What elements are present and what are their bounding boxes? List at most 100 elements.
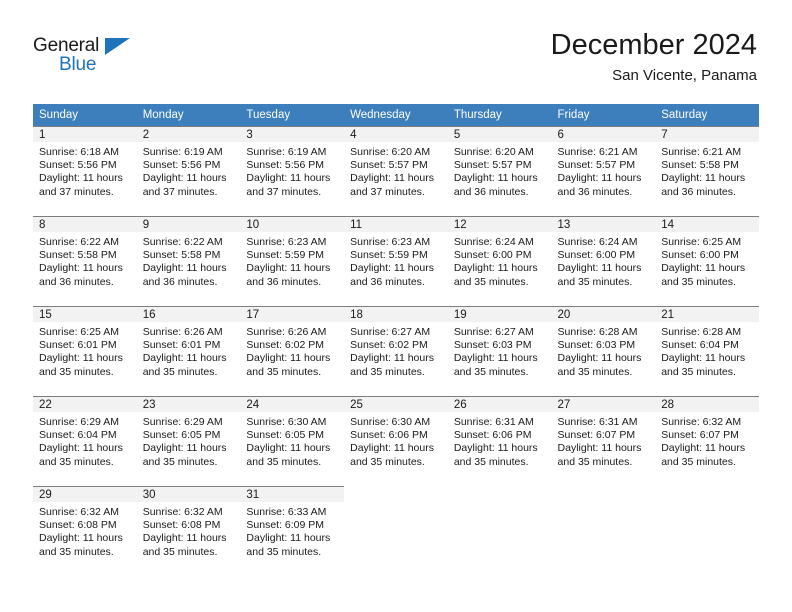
sunset-text: Sunset: 6:01 PM [142, 339, 221, 352]
calendar-day-cell[interactable]: 17 Sunrise: 6:26 AM Sunset: 6:02 PM Dayligh… [240, 306, 345, 396]
sunrise-text: Sunrise: 6:31 AM [453, 416, 534, 428]
sunrise-text: Sunrise: 6:27 AM [350, 326, 431, 338]
day-cell-details [448, 502, 552, 506]
daylight-text: Daylight: 11 hours and 36 minutes. [661, 172, 746, 198]
day-cell-details: Sunrise: 6:31 AM Sunset: 6:06 PM Daylight:… [448, 412, 552, 469]
day-cell-details: Sunrise: 6:25 AM Sunset: 6:00 PM Daylight:… [655, 232, 759, 289]
day-cell-inner [344, 486, 448, 576]
day-cell-details: Sunrise: 6:23 AM Sunset: 5:59 PM Daylight:… [240, 232, 344, 289]
day-number: 8 [33, 216, 137, 232]
daylight-text: Daylight: 11 hours and 35 minutes. [39, 532, 123, 558]
calendar-day-cell[interactable]: 28 Sunrise: 6:32 AM Sunset: 6:07 PM Dayligh… [655, 396, 759, 486]
daylight-text: Daylight: 11 hours and 35 minutes. [246, 532, 331, 558]
sunrise-text: Sunrise: 6:22 AM [39, 236, 119, 248]
calendar-empty-cell [344, 486, 448, 576]
day-cell-details: Sunrise: 6:26 AM Sunset: 6:02 PM Daylight:… [240, 322, 344, 379]
calendar-empty-cell [655, 486, 759, 576]
calendar-day-cell[interactable]: 31 Sunrise: 6:33 AM Sunset: 6:09 PM Dayligh… [240, 486, 345, 576]
sunset-text: Sunset: 6:05 PM [142, 429, 221, 442]
day-number: 16 [136, 306, 241, 322]
sunrise-text: Sunrise: 6:31 AM [557, 416, 638, 428]
day-number: 7 [655, 126, 759, 142]
calendar-day-cell[interactable]: 23 Sunrise: 6:29 AM Sunset: 6:05 PM Dayligh… [136, 396, 241, 486]
sunset-text: Sunset: 6:02 PM [350, 339, 428, 352]
day-number: 15 [33, 306, 137, 322]
day-number: 22 [33, 396, 137, 412]
daylight-text: Daylight: 11 hours and 35 minutes. [39, 442, 123, 468]
day-cell-details: Sunrise: 6:21 AM Sunset: 5:57 PM Daylight:… [552, 142, 656, 199]
daylight-text: Daylight: 11 hours and 35 minutes. [246, 352, 331, 378]
sunset-text: Sunset: 5:56 PM [246, 159, 325, 172]
day-cell-details: Sunrise: 6:24 AM Sunset: 6:00 PM Daylight:… [552, 232, 656, 289]
calendar-day-cell[interactable]: 4 Sunrise: 6:20 AM Sunset: 5:57 PM Daylight… [344, 126, 448, 216]
day-cell-details: Sunrise: 6:30 AM Sunset: 6:05 PM Daylight:… [240, 412, 344, 469]
calendar-day-cell[interactable]: 2 Sunrise: 6:19 AM Sunset: 5:56 PM Daylight… [136, 126, 241, 216]
daylight-text: Daylight: 11 hours and 35 minutes. [350, 352, 434, 378]
day-number: 24 [240, 396, 345, 412]
calendar-day-cell[interactable]: 25 Sunrise: 6:30 AM Sunset: 6:06 PM Dayligh… [344, 396, 448, 486]
sunset-text: Sunset: 6:09 PM [246, 519, 325, 532]
calendar-day-cell[interactable]: 26 Sunrise: 6:31 AM Sunset: 6:06 PM Dayligh… [447, 396, 552, 486]
calendar-day-cell[interactable]: 8 Sunrise: 6:22 AM Sunset: 5:58 PM Daylight… [33, 216, 137, 306]
calendar-day-cell[interactable]: 21 Sunrise: 6:28 AM Sunset: 6:04 PM Dayligh… [655, 306, 759, 396]
calendar-day-cell[interactable]: 3 Sunrise: 6:19 AM Sunset: 5:56 PM Daylight… [240, 126, 345, 216]
sunrise-text: Sunrise: 6:26 AM [246, 326, 327, 338]
calendar-day-cell[interactable]: 9 Sunrise: 6:22 AM Sunset: 5:58 PM Daylight… [136, 216, 241, 306]
sunset-text: Sunset: 6:00 PM [661, 249, 739, 262]
calendar-day-cell[interactable]: 15 Sunrise: 6:25 AM Sunset: 6:01 PM Dayligh… [33, 306, 137, 396]
calendar-day-cell[interactable]: 7 Sunrise: 6:21 AM Sunset: 5:58 PM Daylight… [655, 126, 759, 216]
sunset-text: Sunset: 6:05 PM [246, 429, 325, 442]
day-cell-details: Sunrise: 6:27 AM Sunset: 6:02 PM Daylight:… [344, 322, 448, 379]
day-cell-inner: 1 Sunrise: 6:18 AM Sunset: 5:56 PM Daylight… [33, 126, 137, 216]
location-subtitle: San Vicente, Panama [612, 67, 757, 84]
day-number: 9 [136, 216, 241, 232]
calendar-day-cell[interactable]: 6 Sunrise: 6:21 AM Sunset: 5:57 PM Daylight… [551, 126, 656, 216]
calendar-day-cell[interactable]: 5 Sunrise: 6:20 AM Sunset: 5:57 PM Daylight… [447, 126, 552, 216]
sunset-text: Sunset: 5:57 PM [453, 159, 532, 172]
day-cell-details: Sunrise: 6:21 AM Sunset: 5:58 PM Daylight:… [655, 142, 759, 199]
sunrise-text: Sunrise: 6:19 AM [142, 146, 223, 158]
day-number [552, 486, 656, 502]
day-number: 26 [447, 396, 552, 412]
day-cell-inner: 7 Sunrise: 6:21 AM Sunset: 5:58 PM Daylight… [655, 126, 759, 216]
day-cell-details: Sunrise: 6:28 AM Sunset: 6:03 PM Daylight:… [552, 322, 656, 379]
calendar-day-cell[interactable]: 12 Sunrise: 6:24 AM Sunset: 6:00 PM Dayligh… [447, 216, 552, 306]
day-cell-inner: 17 Sunrise: 6:26 AM Sunset: 6:02 PM Dayligh… [240, 306, 345, 396]
day-number [448, 486, 552, 502]
calendar-day-cell[interactable]: 30 Sunrise: 6:32 AM Sunset: 6:08 PM Dayligh… [136, 486, 241, 576]
calendar-day-cell[interactable]: 27 Sunrise: 6:31 AM Sunset: 6:07 PM Dayligh… [551, 396, 656, 486]
sunset-text: Sunset: 6:06 PM [453, 429, 532, 442]
calendar-day-cell[interactable]: 20 Sunrise: 6:28 AM Sunset: 6:03 PM Dayligh… [551, 306, 656, 396]
calendar-day-cell[interactable]: 10 Sunrise: 6:23 AM Sunset: 5:59 PM Dayligh… [240, 216, 345, 306]
daylight-text: Daylight: 11 hours and 35 minutes. [661, 262, 746, 288]
sunset-text: Sunset: 6:00 PM [453, 249, 532, 262]
calendar-day-cell[interactable]: 18 Sunrise: 6:27 AM Sunset: 6:02 PM Dayligh… [344, 306, 448, 396]
calendar-day-cell[interactable]: 16 Sunrise: 6:26 AM Sunset: 6:01 PM Dayligh… [136, 306, 241, 396]
calendar-empty-cell [447, 486, 552, 576]
day-cell-inner: 31 Sunrise: 6:33 AM Sunset: 6:09 PM Dayligh… [240, 486, 345, 576]
daylight-text: Daylight: 11 hours and 35 minutes. [661, 442, 746, 468]
day-number: 10 [240, 216, 345, 232]
sunset-text: Sunset: 6:07 PM [557, 429, 636, 442]
sunset-text: Sunset: 6:03 PM [453, 339, 532, 352]
sunset-text: Sunset: 5:56 PM [142, 159, 221, 172]
day-cell-inner: 24 Sunrise: 6:30 AM Sunset: 6:05 PM Dayligh… [240, 396, 345, 486]
sunrise-text: Sunrise: 6:25 AM [661, 236, 742, 248]
daylight-text: Daylight: 11 hours and 35 minutes. [557, 442, 642, 468]
calendar-day-cell[interactable]: 1 Sunrise: 6:18 AM Sunset: 5:56 PM Daylight… [33, 126, 137, 216]
sunset-text: Sunset: 6:06 PM [350, 429, 428, 442]
day-number: 14 [655, 216, 759, 232]
sunset-text: Sunset: 6:08 PM [142, 519, 221, 532]
sunset-text: Sunset: 6:03 PM [557, 339, 636, 352]
day-cell-inner: 10 Sunrise: 6:23 AM Sunset: 5:59 PM Dayligh… [240, 216, 345, 306]
day-number: 19 [447, 306, 552, 322]
calendar-day-cell[interactable]: 29 Sunrise: 6:32 AM Sunset: 6:08 PM Dayligh… [33, 486, 137, 576]
day-number: 3 [240, 126, 345, 142]
calendar-day-cell[interactable]: 24 Sunrise: 6:30 AM Sunset: 6:05 PM Dayligh… [240, 396, 345, 486]
calendar-day-cell[interactable]: 14 Sunrise: 6:25 AM Sunset: 6:00 PM Dayligh… [655, 216, 759, 306]
calendar-day-cell[interactable]: 19 Sunrise: 6:27 AM Sunset: 6:03 PM Dayligh… [447, 306, 552, 396]
calendar-day-cell[interactable]: 13 Sunrise: 6:24 AM Sunset: 6:00 PM Dayligh… [551, 216, 656, 306]
sunrise-text: Sunrise: 6:33 AM [246, 506, 327, 518]
calendar-day-cell[interactable]: 22 Sunrise: 6:29 AM Sunset: 6:04 PM Dayligh… [33, 396, 137, 486]
calendar-day-cell[interactable]: 11 Sunrise: 6:23 AM Sunset: 5:59 PM Dayligh… [344, 216, 448, 306]
